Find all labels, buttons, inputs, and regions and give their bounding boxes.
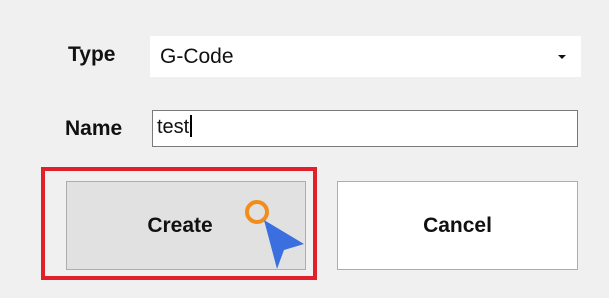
name-input-value: test — [157, 116, 190, 138]
create-dialog: Type G-Code Name test Create Cancel — [0, 0, 609, 298]
name-label: Name — [65, 117, 123, 140]
text-caret — [190, 114, 193, 137]
cancel-button-label: Cancel — [423, 213, 492, 237]
type-label: Type — [68, 43, 116, 66]
cancel-button[interactable]: Cancel — [337, 181, 578, 270]
type-dropdown-value: G-Code — [160, 45, 234, 68]
highlight-box — [41, 167, 317, 280]
name-input[interactable]: test — [152, 110, 578, 147]
chevron-down-icon[interactable] — [549, 36, 575, 77]
type-dropdown[interactable]: G-Code — [150, 36, 581, 77]
